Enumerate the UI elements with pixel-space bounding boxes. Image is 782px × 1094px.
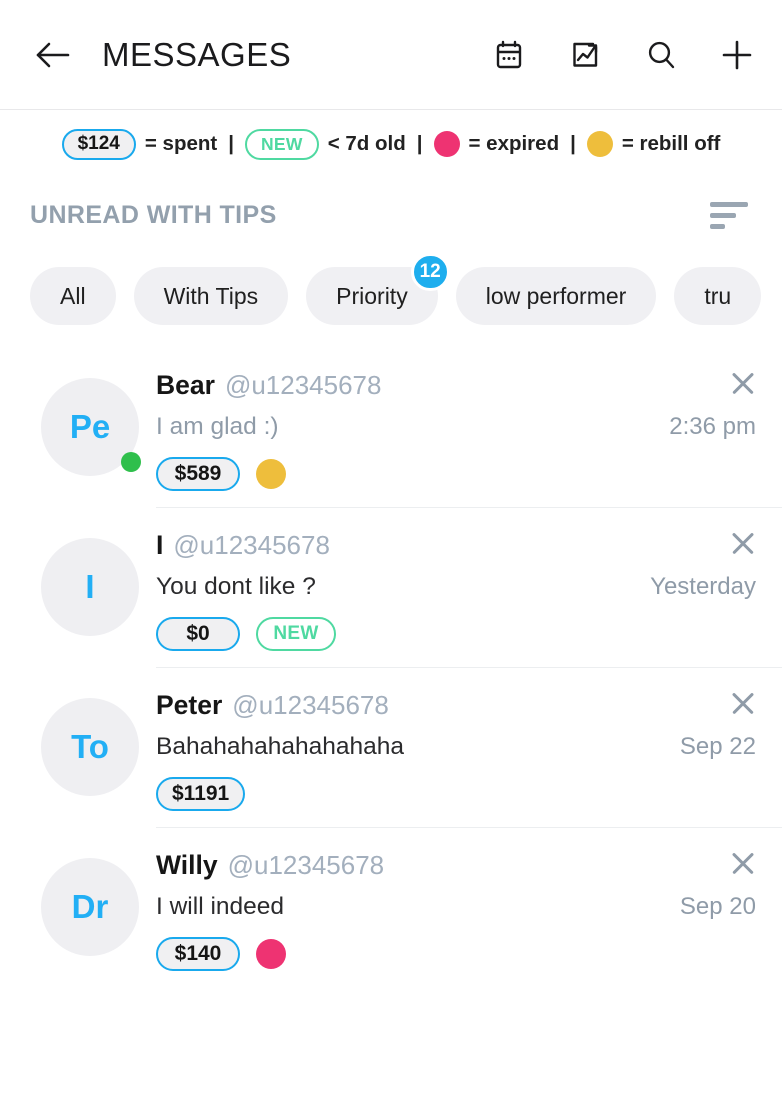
conversation-header: I @u12345678 — [156, 530, 782, 561]
legend-spent-label: = spent — [144, 132, 218, 155]
message-preview: Bahahahahahahahaha — [156, 733, 404, 760]
legend-expired-dot — [433, 131, 460, 157]
filter-chip[interactable]: All — [30, 267, 116, 325]
close-icon[interactable] — [726, 526, 760, 560]
filter-chip-badge: 12 — [410, 253, 450, 291]
online-status-dot — [121, 452, 141, 472]
conversation-preview-row: I am glad :) 2:36 pm — [156, 413, 782, 441]
message-preview: I will indeed — [156, 893, 285, 920]
spent-amount-pill: $0 — [156, 617, 240, 651]
legend-bar: $124 = spent | NEW < 7d old | = expired … — [0, 110, 782, 178]
spent-amount-pill: $140 — [156, 937, 240, 971]
back-arrow-icon[interactable] — [30, 32, 76, 78]
new-badge-pill: NEW — [256, 617, 336, 651]
conversation-body: I @u12345678 You dont like ? Yesterday $0 NEW — [156, 508, 782, 668]
filter-chip-label: tru — [704, 282, 732, 309]
header-actions — [490, 36, 756, 74]
contact-handle: @u12345678 — [232, 690, 389, 720]
filter-chip-label: low performer — [485, 282, 627, 309]
conversation-header: Peter @u12345678 — [156, 690, 782, 721]
close-icon[interactable] — [726, 366, 760, 400]
close-icon[interactable] — [726, 686, 760, 720]
message-timestamp: Sep 22 — [679, 733, 756, 760]
conversation-tags: $0 NEW — [156, 617, 782, 651]
legend-separator-2: | — [416, 132, 423, 155]
page-title: MESSAGES — [102, 35, 292, 73]
filter-chip-label: With Tips — [163, 282, 259, 309]
conversation-preview-row: You dont like ? Yesterday — [156, 573, 782, 601]
status-dot — [256, 939, 286, 969]
contact-handle: @u12345678 — [173, 530, 330, 560]
chart-image-icon[interactable] — [566, 36, 604, 74]
avatar[interactable]: To — [41, 698, 139, 796]
avatar-wrapper: Dr — [24, 828, 156, 988]
avatar[interactable]: Pe — [41, 378, 141, 476]
filter-chip-label: Priority — [336, 282, 408, 309]
filter-chip-label: All — [60, 282, 86, 309]
conversation-preview-row: Bahahahahahahahaha Sep 22 — [156, 733, 782, 761]
avatar-initials: I — [85, 568, 95, 605]
legend-spent-pill: $124 — [61, 128, 136, 160]
close-icon[interactable] — [726, 846, 760, 880]
filter-chip[interactable]: Priority 12 — [306, 253, 450, 325]
contact-name: Bear — [156, 370, 215, 400]
message-preview: I am glad :) — [156, 413, 279, 440]
conversation-row[interactable]: To Peter @u12345678 Bahahahahahahahaha Sep 2… — [0, 668, 782, 828]
calendar-icon[interactable] — [490, 36, 528, 74]
avatar-initials: Pe — [69, 408, 111, 445]
conversation-tags: $1191 — [156, 777, 782, 811]
legend-new-label: < 7d old — [327, 132, 406, 155]
section-header: UNREAD WITH TIPS — [0, 178, 782, 252]
message-timestamp: 2:36 pm — [669, 413, 756, 440]
legend-separator-3: | — [570, 132, 576, 155]
conversation-list: Pe Bear @u12345678 I am glad :) 2:36 pm $589 I… — [0, 348, 782, 988]
conversation-row[interactable]: I I @u12345678 You dont like ? Yesterday $0 NE… — [0, 508, 782, 668]
conversation-row[interactable]: Dr Willy @u12345678 I will indeed Sep 20 $140 — [0, 828, 782, 988]
conversation-header: Bear @u12345678 — [156, 370, 782, 401]
status-dot — [256, 459, 286, 489]
contact-name: I — [156, 530, 164, 560]
legend-rebill-label: = rebill off — [621, 132, 721, 155]
avatar[interactable]: I — [41, 538, 139, 636]
avatar-wrapper: I — [24, 508, 156, 668]
filter-chip[interactable]: tru — [674, 267, 762, 325]
contact-name: Willy — [156, 850, 218, 880]
message-timestamp: Yesterday — [650, 573, 756, 600]
avatar[interactable]: Dr — [41, 858, 139, 956]
plus-icon[interactable] — [718, 36, 756, 74]
avatar-initials: To — [71, 728, 109, 765]
legend-rebill-dot — [586, 131, 613, 157]
contact-handle: @u12345678 — [224, 370, 382, 400]
message-timestamp: Sep 20 — [679, 893, 756, 920]
filter-chip[interactable]: low performer — [455, 267, 657, 325]
conversation-preview-row: I will indeed Sep 20 — [156, 893, 782, 921]
conversation-tags: $140 — [156, 937, 782, 971]
section-title: UNREAD WITH TIPS — [30, 200, 277, 229]
conversation-body: Peter @u12345678 Bahahahahahahahaha Sep 22 $… — [156, 668, 782, 828]
legend-new-pill: NEW — [244, 128, 319, 160]
contact-handle: @u12345678 — [227, 850, 385, 880]
sort-descending-icon[interactable] — [710, 200, 754, 230]
filter-chip[interactable]: With Tips — [133, 267, 289, 325]
contact-name: Peter — [156, 690, 223, 720]
avatar-wrapper: Pe — [24, 348, 156, 508]
avatar-initials: Dr — [71, 888, 109, 925]
legend-separator-1: | — [228, 132, 234, 155]
search-icon[interactable] — [642, 36, 680, 74]
app-header: MESSAGES — [0, 0, 782, 110]
spent-amount-pill: $1191 — [156, 777, 246, 811]
spent-amount-pill: $589 — [156, 457, 240, 491]
conversation-tags: $589 — [156, 457, 782, 491]
avatar-wrapper: To — [24, 668, 156, 828]
message-preview: You dont like ? — [156, 573, 316, 600]
legend-expired-label: = expired — [468, 132, 560, 155]
conversation-body: Bear @u12345678 I am glad :) 2:36 pm $589 — [156, 348, 782, 508]
conversation-body: Willy @u12345678 I will indeed Sep 20 $140 — [156, 828, 782, 988]
filter-chips[interactable]: All With Tips Priority 12 low performer tru — [0, 252, 782, 348]
conversation-header: Willy @u12345678 — [156, 850, 782, 881]
conversation-row[interactable]: Pe Bear @u12345678 I am glad :) 2:36 pm $589 — [0, 348, 782, 508]
